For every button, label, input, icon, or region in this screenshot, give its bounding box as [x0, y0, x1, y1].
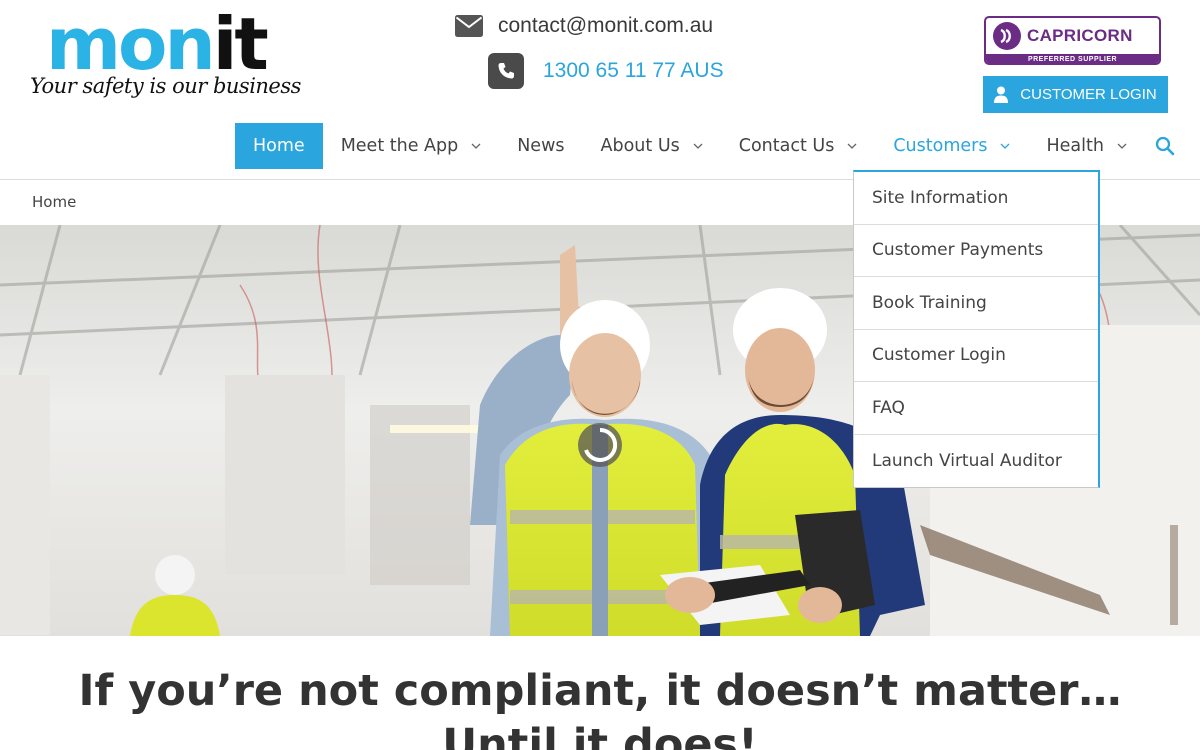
capricorn-subtitle: PREFERRED SUPPLIER [986, 54, 1159, 63]
capricorn-supplier-badge[interactable]: CAPRICORN PREFERRED SUPPLIER [984, 16, 1161, 65]
breadcrumb-home[interactable]: Home [32, 193, 76, 211]
nav-item-label: Health [1046, 136, 1104, 156]
capricorn-name: CAPRICORN [1027, 26, 1133, 45]
dropdown-item-faq[interactable]: FAQ [854, 382, 1098, 435]
customers-dropdown-menu: Site Information Customer Payments Book … [853, 170, 1100, 488]
nav-item-customers[interactable]: Customers [875, 123, 1028, 169]
dropdown-item-launch-virtual-auditor[interactable]: Launch Virtual Auditor [854, 435, 1098, 488]
nav-item-label: Meet the App [340, 136, 459, 156]
logo-wordmark: monit [46, 8, 269, 80]
capricorn-logo-icon [993, 22, 1021, 50]
phone-icon [488, 53, 524, 89]
dropdown-item-book-training[interactable]: Book Training [854, 277, 1098, 330]
nav-item-label: Customers [893, 136, 988, 156]
nav-item-label: Home [253, 136, 305, 156]
nav-item-contact-us[interactable]: Contact Us [721, 123, 876, 169]
hero-headline-emphasis: Until it does! [442, 720, 758, 750]
nav-item-label: News [517, 136, 565, 156]
contact-email-link[interactable]: contact@monit.com.au [498, 14, 713, 38]
nav-item-health[interactable]: Health [1028, 123, 1144, 169]
nav-search-button[interactable] [1145, 123, 1189, 169]
chevron-down-icon [1000, 143, 1010, 149]
user-icon [994, 86, 1009, 103]
chevron-down-icon [471, 143, 481, 149]
main-nav: Home Meet the App News About Us Contact … [235, 123, 1189, 169]
breadcrumb: Home [32, 193, 76, 211]
nav-item-label: About Us [600, 136, 680, 156]
contact-phone-row[interactable]: 1300 65 11 77 AUS [488, 53, 724, 89]
nav-item-about-us[interactable]: About Us [583, 123, 721, 169]
contact-email-row[interactable]: contact@monit.com.au [455, 14, 713, 38]
dropdown-item-site-information[interactable]: Site Information [854, 172, 1098, 225]
search-icon [1155, 136, 1175, 156]
chevron-down-icon [847, 143, 857, 149]
nav-item-home[interactable]: Home [235, 123, 323, 169]
chevron-down-icon [693, 143, 703, 149]
monit-logo[interactable]: monit Your safety is our business [30, 8, 301, 112]
hero-headline: If you’re not compliant, it doesn’t matt… [78, 666, 1122, 716]
logo-tagline: Your safety is our business [30, 74, 301, 98]
nav-item-label: Contact Us [738, 136, 835, 156]
nav-item-news[interactable]: News [499, 123, 582, 169]
chevron-down-icon [1117, 143, 1127, 149]
customer-login-label: CUSTOMER LOGIN [1020, 86, 1157, 103]
dropdown-item-customer-payments[interactable]: Customer Payments [854, 225, 1098, 277]
nav-item-meet-the-app[interactable]: Meet the App [323, 123, 500, 169]
contact-phone-link[interactable]: 1300 65 11 77 AUS [543, 59, 724, 83]
envelope-icon [455, 15, 483, 37]
dropdown-item-customer-login[interactable]: Customer Login [854, 330, 1098, 382]
customer-login-button[interactable]: CUSTOMER LOGIN [983, 76, 1168, 113]
